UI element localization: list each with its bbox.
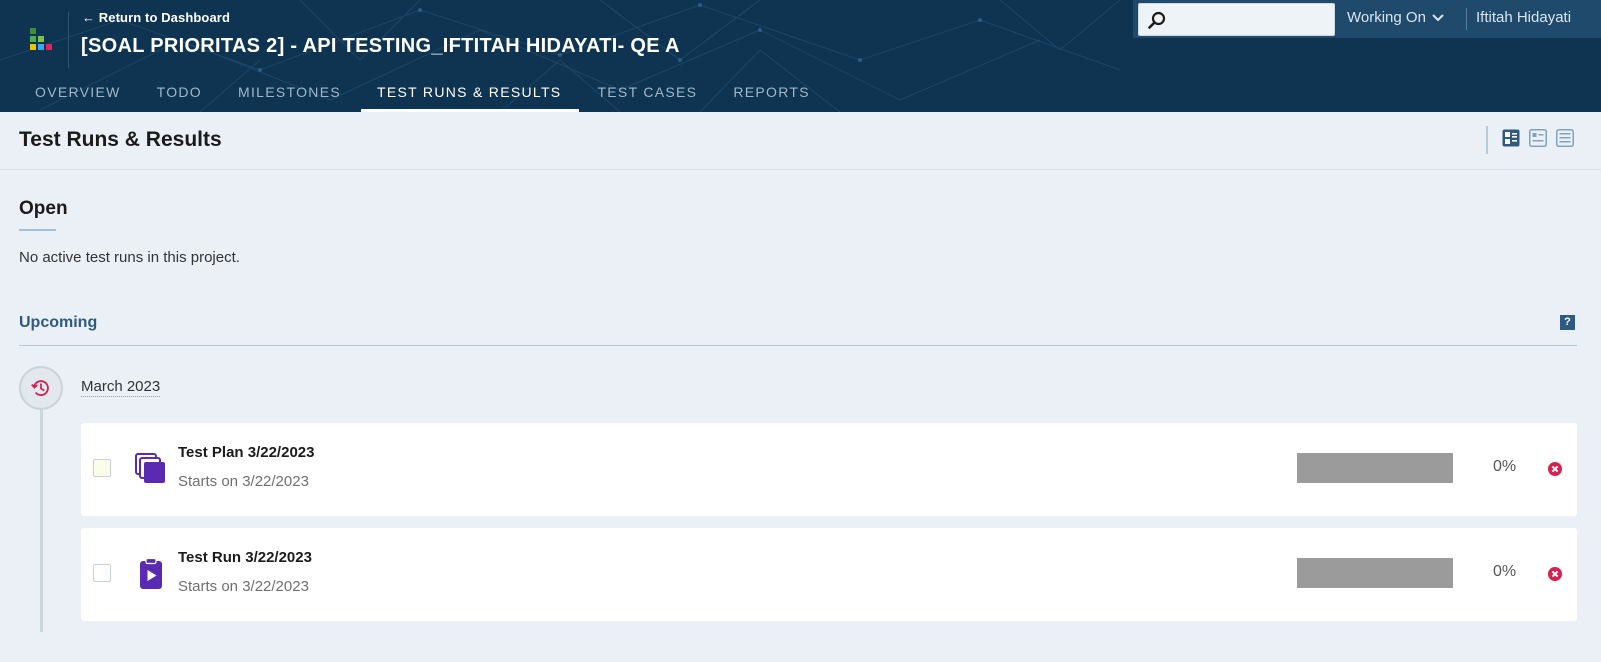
header-divider (68, 12, 69, 68)
timeline-line (40, 410, 43, 632)
start-date-text: Starts on 3/22/2023 (178, 578, 309, 595)
tab-milestones[interactable]: MILESTONES (222, 76, 359, 112)
test-plan-icon (135, 453, 165, 483)
help-icon[interactable]: ? (1560, 315, 1575, 330)
tab-overview[interactable]: OVERVIEW (1, 76, 139, 112)
select-checkbox[interactable] (93, 564, 111, 582)
start-date-text: Starts on 3/22/2023 (178, 473, 309, 490)
progress-bar (1297, 453, 1453, 483)
grouped-view-icon[interactable] (1502, 129, 1520, 147)
list-item: Test Plan 3/22/2023 Starts on 3/22/2023 … (81, 423, 1577, 516)
tab-reports[interactable]: REPORTS (717, 76, 828, 112)
upcoming-divider (19, 345, 1577, 346)
delete-icon[interactable] (1548, 567, 1562, 581)
list-view-icon[interactable] (1556, 129, 1574, 147)
search-input[interactable] (1171, 8, 1331, 32)
history-clock-icon (31, 380, 49, 396)
timeline-marker (19, 366, 63, 410)
page-bar: Test Runs & Results (0, 112, 1601, 170)
app-header: ← Return to Dashboard [SOAL PRIORITAS 2]… (0, 0, 1601, 112)
progress-percent: 0% (1493, 563, 1517, 580)
test-run-icon (140, 558, 162, 589)
test-run-name-link[interactable]: Test Run 3/22/2023 (178, 549, 312, 566)
compact-view-icon[interactable] (1529, 129, 1547, 147)
open-section-heading: Open (19, 198, 68, 219)
tab-test-cases[interactable]: TEST CASES (581, 76, 715, 112)
app-logo[interactable] (26, 28, 56, 54)
tab-todo[interactable]: TODO (141, 76, 220, 112)
list-item: Test Run 3/22/2023 Starts on 3/22/2023 0… (81, 528, 1577, 621)
delete-icon[interactable] (1548, 462, 1562, 476)
working-on-label: Working On (1347, 9, 1426, 26)
main-tabs: OVERVIEW TODO MILESTONES TEST RUNS & RES… (0, 76, 829, 112)
progress-bar (1297, 558, 1453, 588)
progress-percent: 0% (1493, 458, 1517, 475)
page-title: Test Runs & Results (19, 128, 222, 151)
search-icon (1148, 11, 1166, 29)
project-title: [SOAL PRIORITAS 2] - API TESTING_IFTITAH… (81, 35, 680, 57)
open-heading-underline (19, 229, 56, 231)
tab-test-runs-results[interactable]: TEST RUNS & RESULTS (361, 76, 580, 112)
timeline-month-label[interactable]: March 2023 (81, 378, 161, 397)
chevron-down-icon (1432, 14, 1444, 22)
test-plan-name-link[interactable]: Test Plan 3/22/2023 (178, 444, 314, 461)
topbar-separator (1466, 8, 1467, 30)
no-active-runs-message: No active test runs in this project. (19, 249, 240, 266)
working-on-dropdown[interactable]: Working On (1347, 9, 1444, 26)
return-to-dashboard-link[interactable]: ← Return to Dashboard (82, 10, 230, 25)
search-box (1138, 3, 1335, 36)
select-checkbox[interactable] (93, 459, 111, 477)
user-menu[interactable]: Iftitah Hidayati (1476, 9, 1571, 26)
view-toggle-separator (1486, 126, 1488, 154)
upcoming-section-heading: Upcoming (19, 314, 98, 331)
